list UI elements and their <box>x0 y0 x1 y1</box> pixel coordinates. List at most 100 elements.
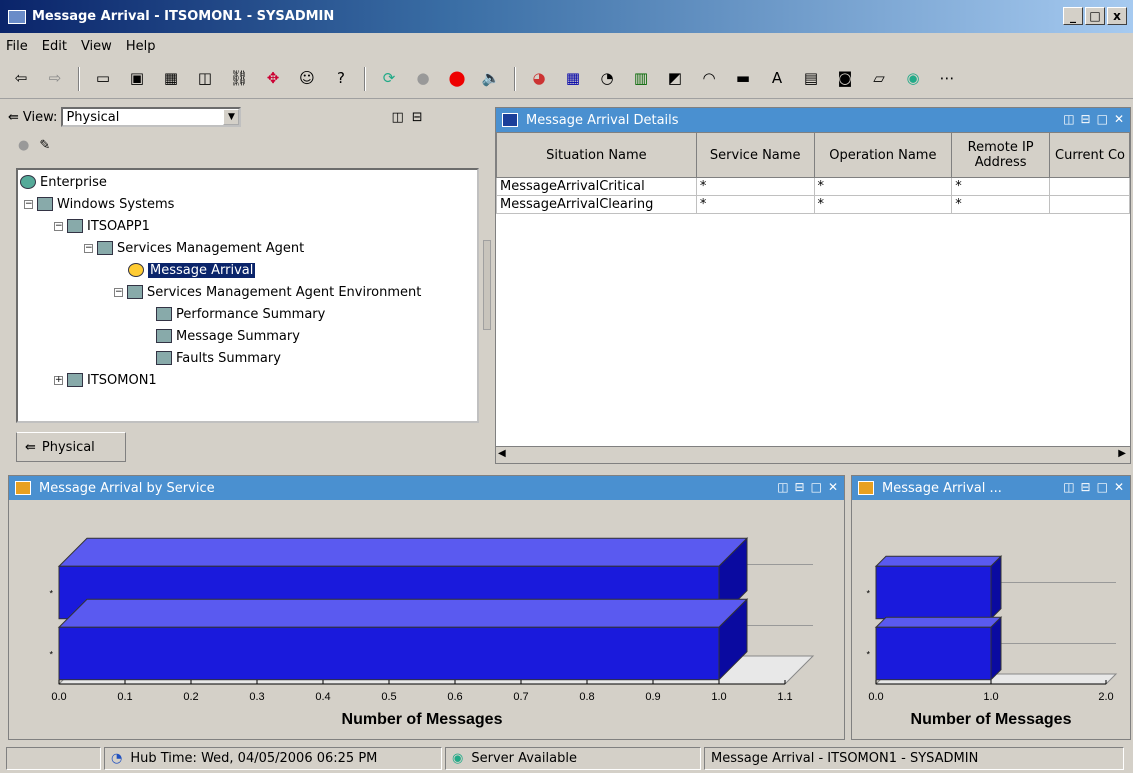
maximize-panel-icon[interactable]: □ <box>1097 112 1108 126</box>
link-icon[interactable]: ⛓ <box>228 68 250 90</box>
browser-icon[interactable]: ◙ <box>834 68 856 90</box>
table-icon[interactable]: ▦ <box>562 68 584 90</box>
scroll-left-icon[interactable]: ◀ <box>498 448 506 459</box>
server-globe-icon: ◉ <box>452 751 464 766</box>
close-panel-icon[interactable]: ✕ <box>828 480 838 494</box>
maximize-button[interactable]: □ <box>1085 7 1105 25</box>
table-row[interactable]: MessageArrivalClearing * * * <box>496 195 1130 214</box>
expand-icon[interactable]: + <box>54 375 63 385</box>
terminal-icon[interactable]: ▬ <box>732 68 754 90</box>
tick-label: 0.0 <box>868 691 883 703</box>
users-icon[interactable]: ☺ <box>296 68 318 90</box>
minimize-button[interactable]: _ <box>1063 7 1083 25</box>
bar-side <box>990 555 1002 620</box>
status-empty <box>6 747 101 770</box>
menu-help[interactable]: Help <box>126 39 156 54</box>
bar-chart-secondary: * * 0.0 1.0 2.0 Number of Messages <box>854 500 1129 738</box>
close-panel-icon[interactable]: ✕ <box>1114 480 1124 494</box>
forward-icon[interactable]: ⇨ <box>44 68 66 90</box>
bar-side <box>990 616 1002 681</box>
tick-label: 1.0 <box>983 691 998 703</box>
app-icon <box>8 9 26 24</box>
notepad-icon[interactable]: ▤ <box>800 68 822 90</box>
menu-edit[interactable]: Edit <box>42 39 67 54</box>
properties-icon[interactable]: ▦ <box>160 68 182 90</box>
computer-icon <box>67 373 83 387</box>
split-horizontal-icon[interactable]: ⊟ <box>1081 480 1091 494</box>
tree-node-itsoapp1[interactable]: − ITSOAPP1 <box>54 216 150 236</box>
workspace-icon <box>156 307 172 321</box>
collapse-icon[interactable]: − <box>84 243 93 253</box>
tree-node-sma-environment[interactable]: − Services Management Agent Environment <box>114 282 421 302</box>
back-icon[interactable]: ⇦ <box>10 68 32 90</box>
col-current[interactable]: Current Co <box>1049 132 1130 178</box>
history-icon[interactable]: ◫ <box>194 68 216 90</box>
refresh-icon[interactable]: ⟳ <box>378 68 400 90</box>
tree-node-performance-summary[interactable]: Performance Summary <box>156 304 325 324</box>
horizontal-scrollbar[interactable]: ◀ ▶ <box>496 446 1130 463</box>
tab-physical[interactable]: ⇚ Physical <box>16 432 126 462</box>
view-select[interactable]: Physical ▼ <box>61 107 242 127</box>
details-table: Situation Name Service Name Operation Na… <box>496 132 1130 214</box>
globe-icon[interactable]: ◉ <box>902 68 924 90</box>
col-remote-ip[interactable]: Remote IP Address <box>951 132 1051 178</box>
plot-chart-icon[interactable]: ◩ <box>664 68 686 90</box>
workspace-icon[interactable]: ✥ <box>262 68 284 90</box>
tick-label: 0.0 <box>51 691 66 703</box>
view-label: View: <box>22 109 58 125</box>
graph-icon[interactable]: ⋯ <box>936 68 958 90</box>
split-vertical-icon[interactable]: ◫ <box>777 480 788 494</box>
tree-node-sma[interactable]: − Services Management Agent <box>84 238 304 258</box>
chevron-down-icon[interactable]: ▼ <box>223 109 240 125</box>
col-service-name[interactable]: Service Name <box>695 132 815 178</box>
col-situation-name[interactable]: Situation Name <box>496 132 697 178</box>
clock-icon: ◔ <box>111 751 123 766</box>
table-row[interactable]: MessageArrivalCritical * * * <box>496 177 1130 196</box>
scroll-right-icon[interactable]: ▶ <box>1118 448 1126 459</box>
split-horizontal-icon[interactable]: ⊟ <box>795 480 805 494</box>
bar-top <box>874 555 1003 567</box>
chart-panel-by-service: Message Arrival by Service ◫ ⊟ □ ✕ * * 0.0… <box>8 475 845 740</box>
maximize-panel-icon[interactable]: □ <box>811 480 822 494</box>
chart-icon[interactable]: ◕ <box>528 68 550 90</box>
save-icon[interactable]: ▣ <box>126 68 148 90</box>
edit-navigator-icon[interactable]: ✎ <box>39 138 50 153</box>
pie-chart-icon[interactable]: ◔ <box>596 68 618 90</box>
windows-systems-icon <box>37 197 53 211</box>
split-vertical-icon[interactable]: ◫ <box>1063 112 1074 126</box>
tree-node-message-arrival[interactable]: Message Arrival <box>128 260 256 280</box>
pause-icon[interactable]: ● <box>412 68 434 90</box>
collapse-icon[interactable]: − <box>24 199 33 209</box>
sound-icon[interactable]: 🔈 <box>480 68 502 90</box>
stop-icon[interactable]: ⬤ <box>446 68 468 90</box>
col-operation-name[interactable]: Operation Name <box>813 132 953 178</box>
tree-node-message-summary[interactable]: Message Summary <box>156 326 300 346</box>
panel-header: Message Arrival by Service ◫ ⊟ □ ✕ <box>9 476 844 500</box>
gauge-icon[interactable]: ◠ <box>698 68 720 90</box>
tree-node-windows-systems[interactable]: − Windows Systems <box>24 194 174 214</box>
split-vertical-icon[interactable]: ◫ <box>391 110 403 125</box>
bar-chart-icon[interactable]: ▥ <box>630 68 652 90</box>
split-vertical-icon[interactable]: ◫ <box>1063 480 1074 494</box>
collapse-icon[interactable]: − <box>54 221 63 231</box>
new-window-icon[interactable]: ▭ <box>92 68 114 90</box>
bar-top <box>874 616 1003 628</box>
menu-file[interactable]: File <box>6 39 28 54</box>
text-icon[interactable]: A <box>766 68 788 90</box>
tree-node-faults-summary[interactable]: Faults Summary <box>156 348 281 368</box>
navigator-update-icon[interactable]: ● <box>18 138 29 153</box>
split-horizontal-icon[interactable]: ⊟ <box>1081 112 1091 126</box>
help-icon[interactable]: ? <box>330 68 352 90</box>
message-icon[interactable]: ▱ <box>868 68 890 90</box>
collapse-icon[interactable]: − <box>114 287 123 297</box>
split-horizontal-icon[interactable]: ⊟ <box>412 110 423 125</box>
category-label: * <box>866 650 870 660</box>
tick-label: 0.5 <box>381 691 396 703</box>
menu-view[interactable]: View <box>81 39 112 54</box>
maximize-panel-icon[interactable]: □ <box>1097 480 1108 494</box>
splitter-handle[interactable] <box>483 240 491 330</box>
tree-node-enterprise[interactable]: Enterprise <box>20 172 107 192</box>
close-panel-icon[interactable]: ✕ <box>1114 112 1124 126</box>
tree-node-itsomon1[interactable]: + ITSOMON1 <box>54 370 157 390</box>
close-button[interactable]: x <box>1107 7 1127 25</box>
